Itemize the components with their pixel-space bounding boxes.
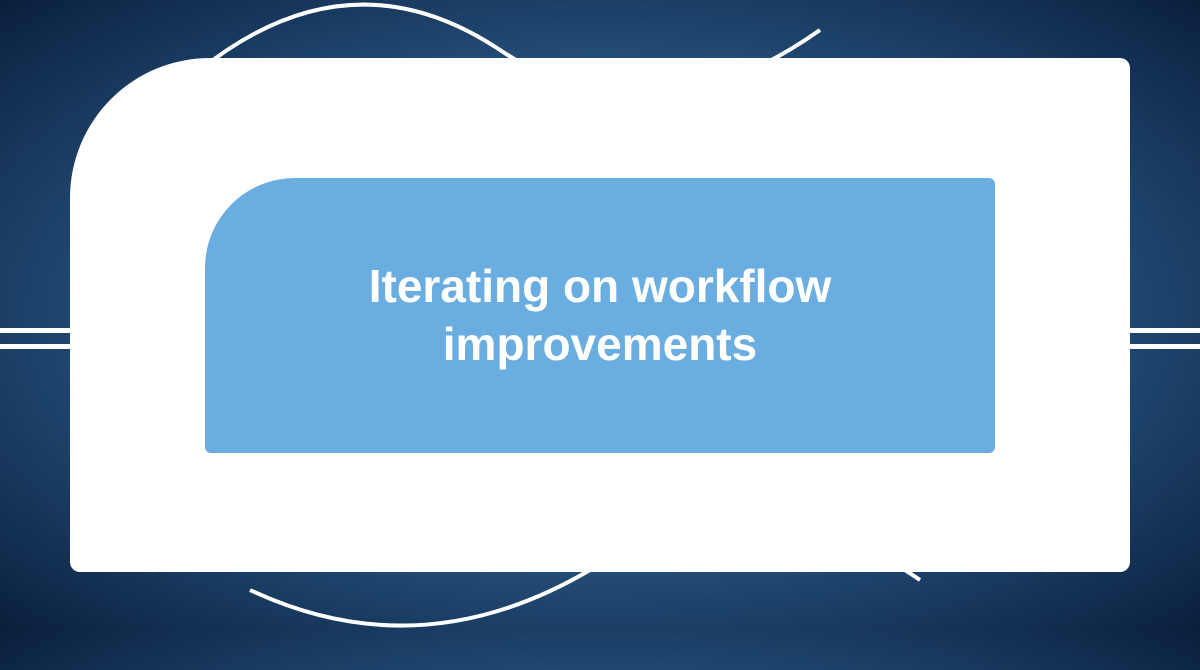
inner-panel: Iterating on workflow improvements [205, 178, 995, 453]
page-title: Iterating on workflow improvements [265, 258, 935, 373]
